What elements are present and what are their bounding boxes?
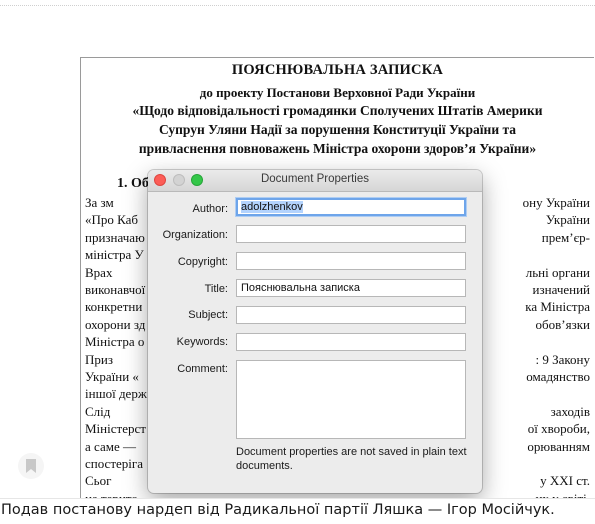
body-line-right: льні органи — [525, 264, 590, 280]
document-heading: ПОЯСНЮВАЛЬНА ЗАПИСКА — [231, 62, 444, 78]
body-line-left: призначаю — [85, 229, 145, 245]
title-label: Title: — [204, 283, 228, 295]
body-line-left: іншої держ — [85, 386, 147, 402]
body-line-left: а саме — — [85, 438, 136, 454]
body-line-right: омадянство — [526, 369, 590, 384]
body-line-left: За зм — [85, 195, 114, 210]
document-subheading-line: до проекту Постанови Верховної Ради Укра… — [199, 85, 476, 100]
body-line-left: виконавчої — [85, 282, 146, 297]
document-subheading-line: привласнення повноважень Міністра охорон… — [138, 141, 537, 156]
body-line-left: спостеріга — [85, 456, 143, 471]
author-label: Author: — [192, 203, 228, 215]
organization-label: Organization: — [162, 229, 228, 241]
copyright-label: Copyright: — [177, 256, 228, 268]
comment-label: Comment: — [177, 363, 228, 375]
body-line-right: прем’єр- — [541, 229, 590, 245]
subject-label: Subject: — [188, 309, 228, 321]
body-line-left: на терито — [85, 491, 138, 498]
body-line-left: охорони зд — [85, 316, 146, 332]
document-subheading-line: «Щодо відповідальності громадянки Сполуч… — [132, 103, 543, 118]
body-line-right: заходів — [550, 403, 590, 419]
author-field[interactable]: adolzhenkov — [236, 198, 466, 216]
dialog-title: Document Properties — [260, 173, 370, 185]
subject-field[interactable] — [236, 306, 466, 324]
body-line-right: України — [545, 212, 590, 228]
document-properties-dialog: Document Properties Author: adolzhenkov … — [148, 170, 482, 493]
document-subheading-line: Супрун Уляни Надії за порушення Конститу… — [158, 122, 517, 137]
body-line-right: их у світі. — [535, 491, 590, 498]
body-line-left: Слід — [85, 403, 111, 419]
body-line-left: конкретни — [85, 299, 143, 315]
body-line-right: орюванням — [527, 438, 590, 454]
body-line-right: изначений — [532, 282, 590, 297]
bookmark-button[interactable] — [18, 453, 44, 479]
body-line-left: Врах — [85, 264, 113, 280]
body-line-right: ону України — [522, 195, 590, 210]
dialog-note: Document properties are not saved in pla… — [236, 446, 467, 472]
keywords-field[interactable] — [236, 333, 466, 351]
body-line-right: ої хвороби, — [527, 421, 590, 437]
author-value: adolzhenkov — [241, 201, 303, 213]
top-divider — [0, 5, 595, 6]
body-line-left: Приз — [85, 351, 113, 367]
body-line-right: у XXI ст. — [540, 473, 590, 489]
body-line-right: обов’язки — [535, 316, 590, 332]
section-title: 1. Об — [117, 176, 149, 191]
body-line-left: міністра У — [85, 247, 144, 263]
copyright-field[interactable] — [236, 252, 466, 270]
body-line-left: «Про Каб — [85, 212, 139, 228]
body-line-left: Міністерст — [85, 421, 146, 437]
keywords-label: Keywords: — [176, 336, 228, 348]
comment-field[interactable] — [236, 360, 466, 439]
body-line-right: : 9 Закону — [535, 351, 590, 367]
title-field[interactable]: Пояснювальна записка — [236, 279, 466, 297]
body-line-left: України « — [85, 369, 139, 384]
organization-field[interactable] — [236, 225, 466, 243]
body-line-left: Міністра о — [85, 334, 145, 350]
photo-caption: Подав постанову нардеп від Радикальної п… — [0, 498, 595, 524]
body-line-right: ка Міністра — [525, 299, 590, 315]
dialog-titlebar[interactable]: Document Properties — [148, 170, 482, 192]
body-line-left: Сьог — [85, 473, 112, 489]
